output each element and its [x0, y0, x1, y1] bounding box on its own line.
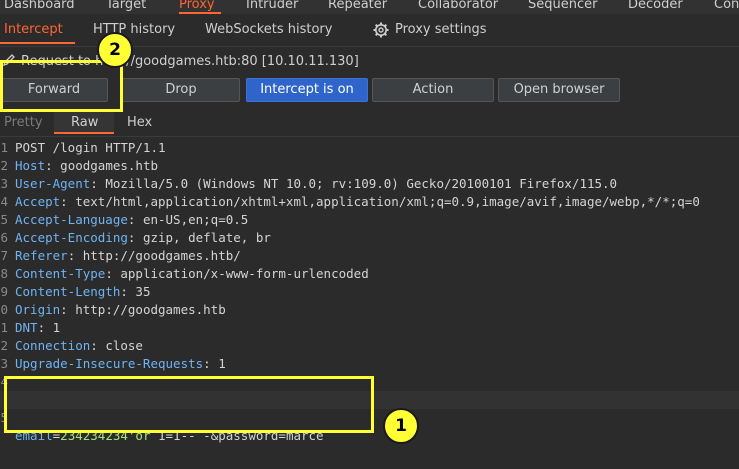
- header-colon: :: [37, 320, 46, 335]
- line-content: Host: goodgames.htb: [15, 157, 158, 175]
- intercept-toggle-button[interactable]: Intercept is on: [246, 78, 368, 102]
- header-name: Content-Type: [15, 266, 106, 281]
- header-value: gzip, deflate, br: [135, 230, 271, 245]
- tab-comparer[interactable]: Con: [714, 0, 739, 14]
- header-colon: :: [60, 302, 68, 317]
- line-number: 5: [0, 212, 8, 227]
- header-colon: :: [90, 338, 98, 353]
- line-content: Accept: text/html,application/xhtml+xml,…: [15, 193, 700, 211]
- header-name: Accept: [15, 194, 61, 209]
- drop-button[interactable]: Drop: [122, 78, 240, 102]
- header-name: Host: [15, 158, 46, 173]
- line-content: Content-Length: 35: [15, 283, 150, 301]
- tab-sequencer[interactable]: Sequencer: [528, 0, 597, 14]
- tab-pretty[interactable]: Pretty: [4, 115, 43, 130]
- line-content: Referer: http://goodgames.htb/: [15, 247, 241, 265]
- tab-websockets-history[interactable]: WebSockets history: [205, 22, 332, 37]
- header-colon: :: [203, 356, 211, 371]
- line-content: Content-Type: application/x-www-form-url…: [15, 265, 369, 283]
- header-value: http://goodgames.htb: [67, 302, 226, 317]
- header-value: close: [97, 338, 143, 353]
- line-content: DNT: 1: [15, 319, 60, 337]
- tab-intercept[interactable]: Intercept: [4, 22, 63, 37]
- line-number: 6: [0, 230, 8, 245]
- header-value: 35: [127, 284, 151, 299]
- header-value: http://goodgames.htb/: [75, 248, 241, 263]
- message-view-tabs: Pretty Raw Hex: [0, 112, 739, 134]
- open-browser-button[interactable]: Open browser: [498, 78, 620, 102]
- line-content: User-Agent: Mozilla/5.0 (Windows NT 10.0…: [15, 175, 617, 193]
- header-colon: :: [120, 284, 128, 299]
- active-subtab-indicator: [0, 42, 75, 44]
- line-number: 7: [0, 248, 8, 263]
- header-value: Mozilla/5.0 (Windows NT 10.0; rv:109.0) …: [97, 176, 618, 191]
- line-number: 9: [0, 284, 8, 299]
- tab-repeater[interactable]: Repeater: [328, 0, 387, 14]
- header-name: Accept-Language: [15, 212, 128, 227]
- tab-dashboard[interactable]: Dashboard: [4, 0, 75, 14]
- header-name: Origin: [15, 302, 61, 317]
- header-colon: :: [60, 194, 68, 209]
- header-name: Accept-Encoding: [15, 230, 128, 245]
- header-colon: :: [90, 176, 98, 191]
- line-number: 1: [0, 320, 8, 335]
- header-name: POST /login HTTP/1.1: [15, 140, 166, 155]
- line-number: 3: [0, 356, 8, 371]
- top-nav: Dashboard Target Proxy Intruder Repeater…: [0, 0, 739, 14]
- header-name: DNT: [15, 320, 38, 335]
- line-content: POST /login HTTP/1.1: [15, 139, 166, 157]
- header-name: User-Agent: [15, 176, 91, 191]
- line-number: 3: [0, 176, 8, 191]
- gear-icon[interactable]: [373, 22, 389, 38]
- tab-intruder[interactable]: Intruder: [246, 0, 298, 14]
- line-number: 8: [0, 266, 8, 281]
- header-name: Connection: [15, 338, 91, 353]
- tab-target[interactable]: Target: [106, 0, 146, 14]
- line-content: Accept-Encoding: gzip, deflate, br: [15, 229, 271, 247]
- header-colon: :: [45, 158, 53, 173]
- header-value: en-US,en;q=0.5: [135, 212, 249, 227]
- header-colon: :: [105, 266, 113, 281]
- line-content: Origin: http://goodgames.htb: [15, 301, 226, 319]
- annotation-badge-2: 2: [97, 32, 133, 68]
- tab-decoder[interactable]: Decoder: [628, 0, 683, 14]
- header-name: Content-Length: [15, 284, 121, 299]
- line-number: 0: [0, 302, 8, 317]
- line-number: 2: [0, 158, 8, 173]
- tab-raw[interactable]: Raw: [71, 115, 98, 130]
- annotation-box-payload: [4, 376, 374, 433]
- header-value: goodgames.htb: [52, 158, 158, 173]
- header-name: Upgrade-Insecure-Requests: [15, 356, 204, 371]
- line-number: 4: [0, 194, 8, 209]
- line-content: Upgrade-Insecure-Requests: 1: [15, 355, 226, 373]
- annotation-badge-1: 1: [383, 408, 419, 444]
- header-value: 1: [45, 320, 61, 335]
- tab-hex[interactable]: Hex: [127, 115, 152, 130]
- active-view-indicator: [54, 132, 114, 134]
- header-value: application/x-www-form-urlencoded: [112, 266, 369, 281]
- line-number: 2: [0, 338, 8, 353]
- annotation-box-forward: [0, 60, 123, 112]
- tab-proxy-settings[interactable]: Proxy settings: [395, 22, 487, 37]
- line-content: Accept-Language: en-US,en;q=0.5: [15, 211, 248, 229]
- header-value: text/html,application/xhtml+xml,applicat…: [67, 194, 700, 209]
- action-button[interactable]: Action: [372, 78, 494, 102]
- header-name: Referer: [15, 248, 68, 263]
- tab-collaborator[interactable]: Collaborator: [418, 0, 498, 14]
- line-content: Connection: close: [15, 337, 143, 355]
- line-number: 1: [0, 140, 8, 155]
- header-value: 1: [210, 356, 226, 371]
